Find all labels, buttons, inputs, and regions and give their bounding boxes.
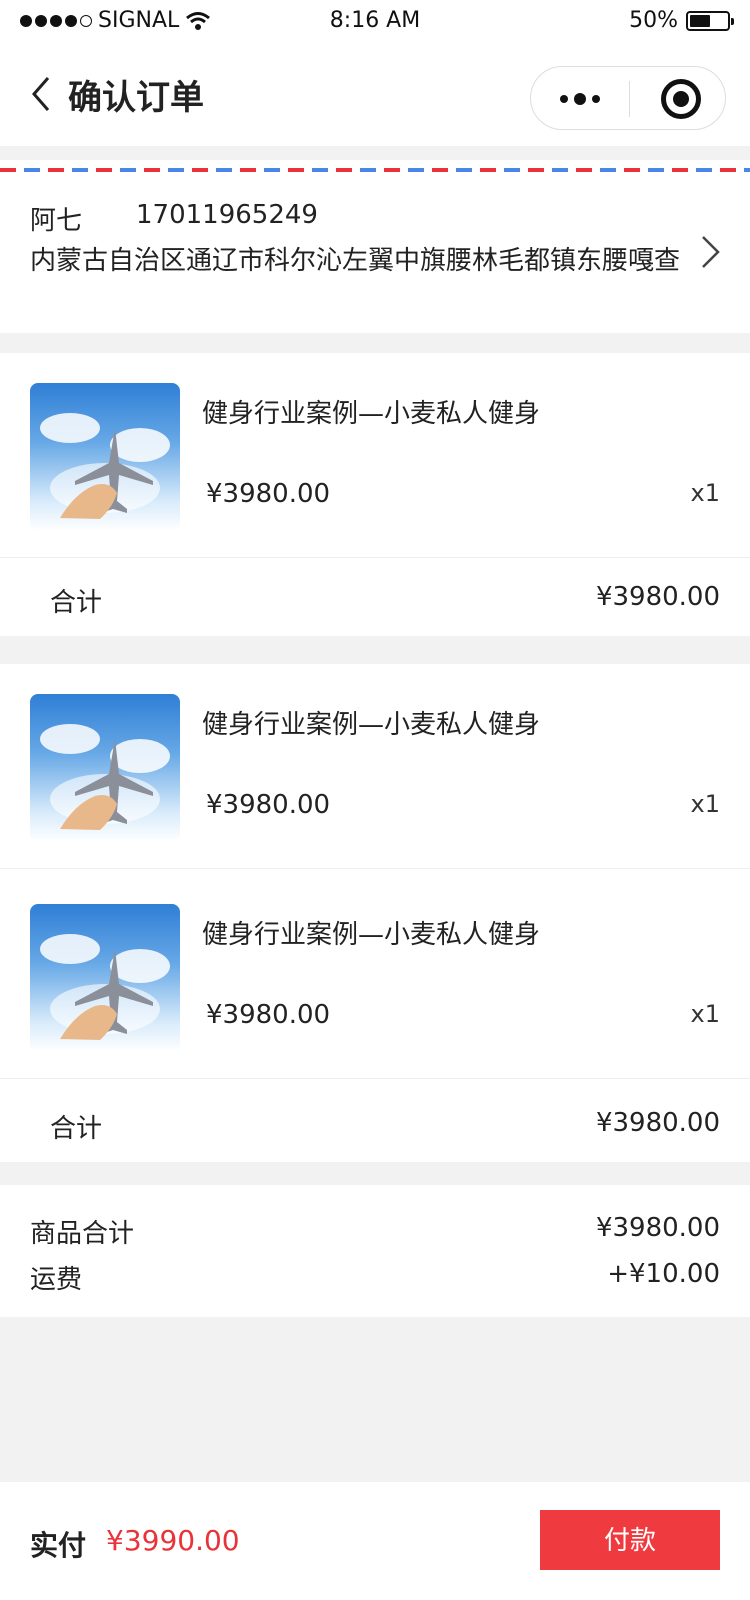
product-title: 健身行业案例—小麦私人健身 bbox=[202, 399, 541, 429]
subtotal-value: ¥3980.00 bbox=[595, 582, 720, 612]
order-group: 健身行业案例—小麦私人健身 ¥3980.00 x1 健身行业案例—小麦私人健身 … bbox=[0, 664, 750, 1162]
pay-button[interactable]: 付款 bbox=[540, 1510, 720, 1570]
goods-total-row: 商品合计 ¥3980.00 bbox=[30, 1213, 720, 1253]
battery-icon bbox=[686, 10, 734, 31]
battery-indicator: 50% bbox=[629, 8, 734, 33]
product-title: 健身行业案例—小麦私人健身 bbox=[202, 710, 541, 740]
product-quantity: x1 bbox=[690, 790, 720, 818]
mini-program-capsule bbox=[530, 66, 726, 130]
shipping-value: +¥10.00 bbox=[607, 1259, 720, 1289]
subtotal-label: 合计 bbox=[50, 1114, 103, 1144]
product-price: ¥3980.00 bbox=[206, 790, 331, 820]
order-group: 健身行业案例—小麦私人健身 ¥3980.00 x1 合计 ¥3980.00 bbox=[0, 353, 750, 636]
battery-fill bbox=[690, 14, 710, 27]
nav-bar: 确认订单 bbox=[0, 42, 750, 146]
product-thumbnail bbox=[30, 904, 180, 1052]
back-icon[interactable] bbox=[28, 76, 58, 112]
subtotal-value: ¥3980.00 bbox=[595, 1108, 720, 1138]
product-title: 健身行业案例—小麦私人健身 bbox=[202, 920, 541, 950]
goods-total-value: ¥3980.00 bbox=[595, 1213, 720, 1243]
more-icon[interactable] bbox=[531, 67, 629, 131]
product-item[interactable]: 健身行业案例—小麦私人健身 ¥3980.00 x1 bbox=[0, 664, 750, 869]
recipient-name: 阿七 bbox=[30, 206, 83, 236]
shipping-address: 内蒙古自治区通辽市科尔沁左翼中旗腰林毛都镇东腰嘎查 bbox=[30, 246, 681, 276]
product-quantity: x1 bbox=[690, 479, 720, 507]
address-card[interactable]: 阿七 17011965249 内蒙古自治区通辽市科尔沁左翼中旗腰林毛都镇东腰嘎查 bbox=[0, 160, 750, 333]
battery-percent: 50% bbox=[629, 8, 678, 33]
shipping-row: 运费 +¥10.00 bbox=[30, 1259, 720, 1299]
close-capsule-icon[interactable] bbox=[661, 79, 701, 119]
product-item[interactable]: 健身行业案例—小麦私人健身 ¥3980.00 x1 bbox=[0, 874, 750, 1079]
product-price: ¥3980.00 bbox=[206, 1000, 331, 1030]
checkout-bar: 实付 ¥3990.00 付款 bbox=[0, 1482, 750, 1600]
subtotal-label: 合计 bbox=[50, 588, 103, 618]
group-subtotal: 合计 ¥3980.00 bbox=[0, 558, 750, 636]
product-thumbnail bbox=[30, 694, 180, 842]
product-quantity: x1 bbox=[690, 1000, 720, 1028]
group-subtotal: 合计 ¥3980.00 bbox=[0, 1084, 750, 1162]
goods-total-label: 商品合计 bbox=[30, 1219, 135, 1249]
shipping-label: 运费 bbox=[30, 1265, 83, 1295]
paid-amount: ¥3990.00 bbox=[106, 1524, 240, 1557]
product-price: ¥3980.00 bbox=[206, 479, 331, 509]
product-thumbnail bbox=[30, 383, 180, 531]
order-summary: 商品合计 ¥3980.00 运费 +¥10.00 bbox=[0, 1185, 750, 1317]
page-title: 确认订单 bbox=[68, 78, 204, 118]
recipient-phone: 17011965249 bbox=[136, 200, 318, 230]
chevron-right-icon bbox=[702, 236, 720, 268]
capsule-divider bbox=[629, 81, 630, 117]
status-bar: SIGNAL 8:16 AM 50% bbox=[0, 0, 750, 42]
product-item[interactable]: 健身行业案例—小麦私人健身 ¥3980.00 x1 bbox=[0, 353, 750, 558]
paid-label: 实付 bbox=[30, 1529, 87, 1562]
airmail-stripe bbox=[0, 168, 750, 172]
